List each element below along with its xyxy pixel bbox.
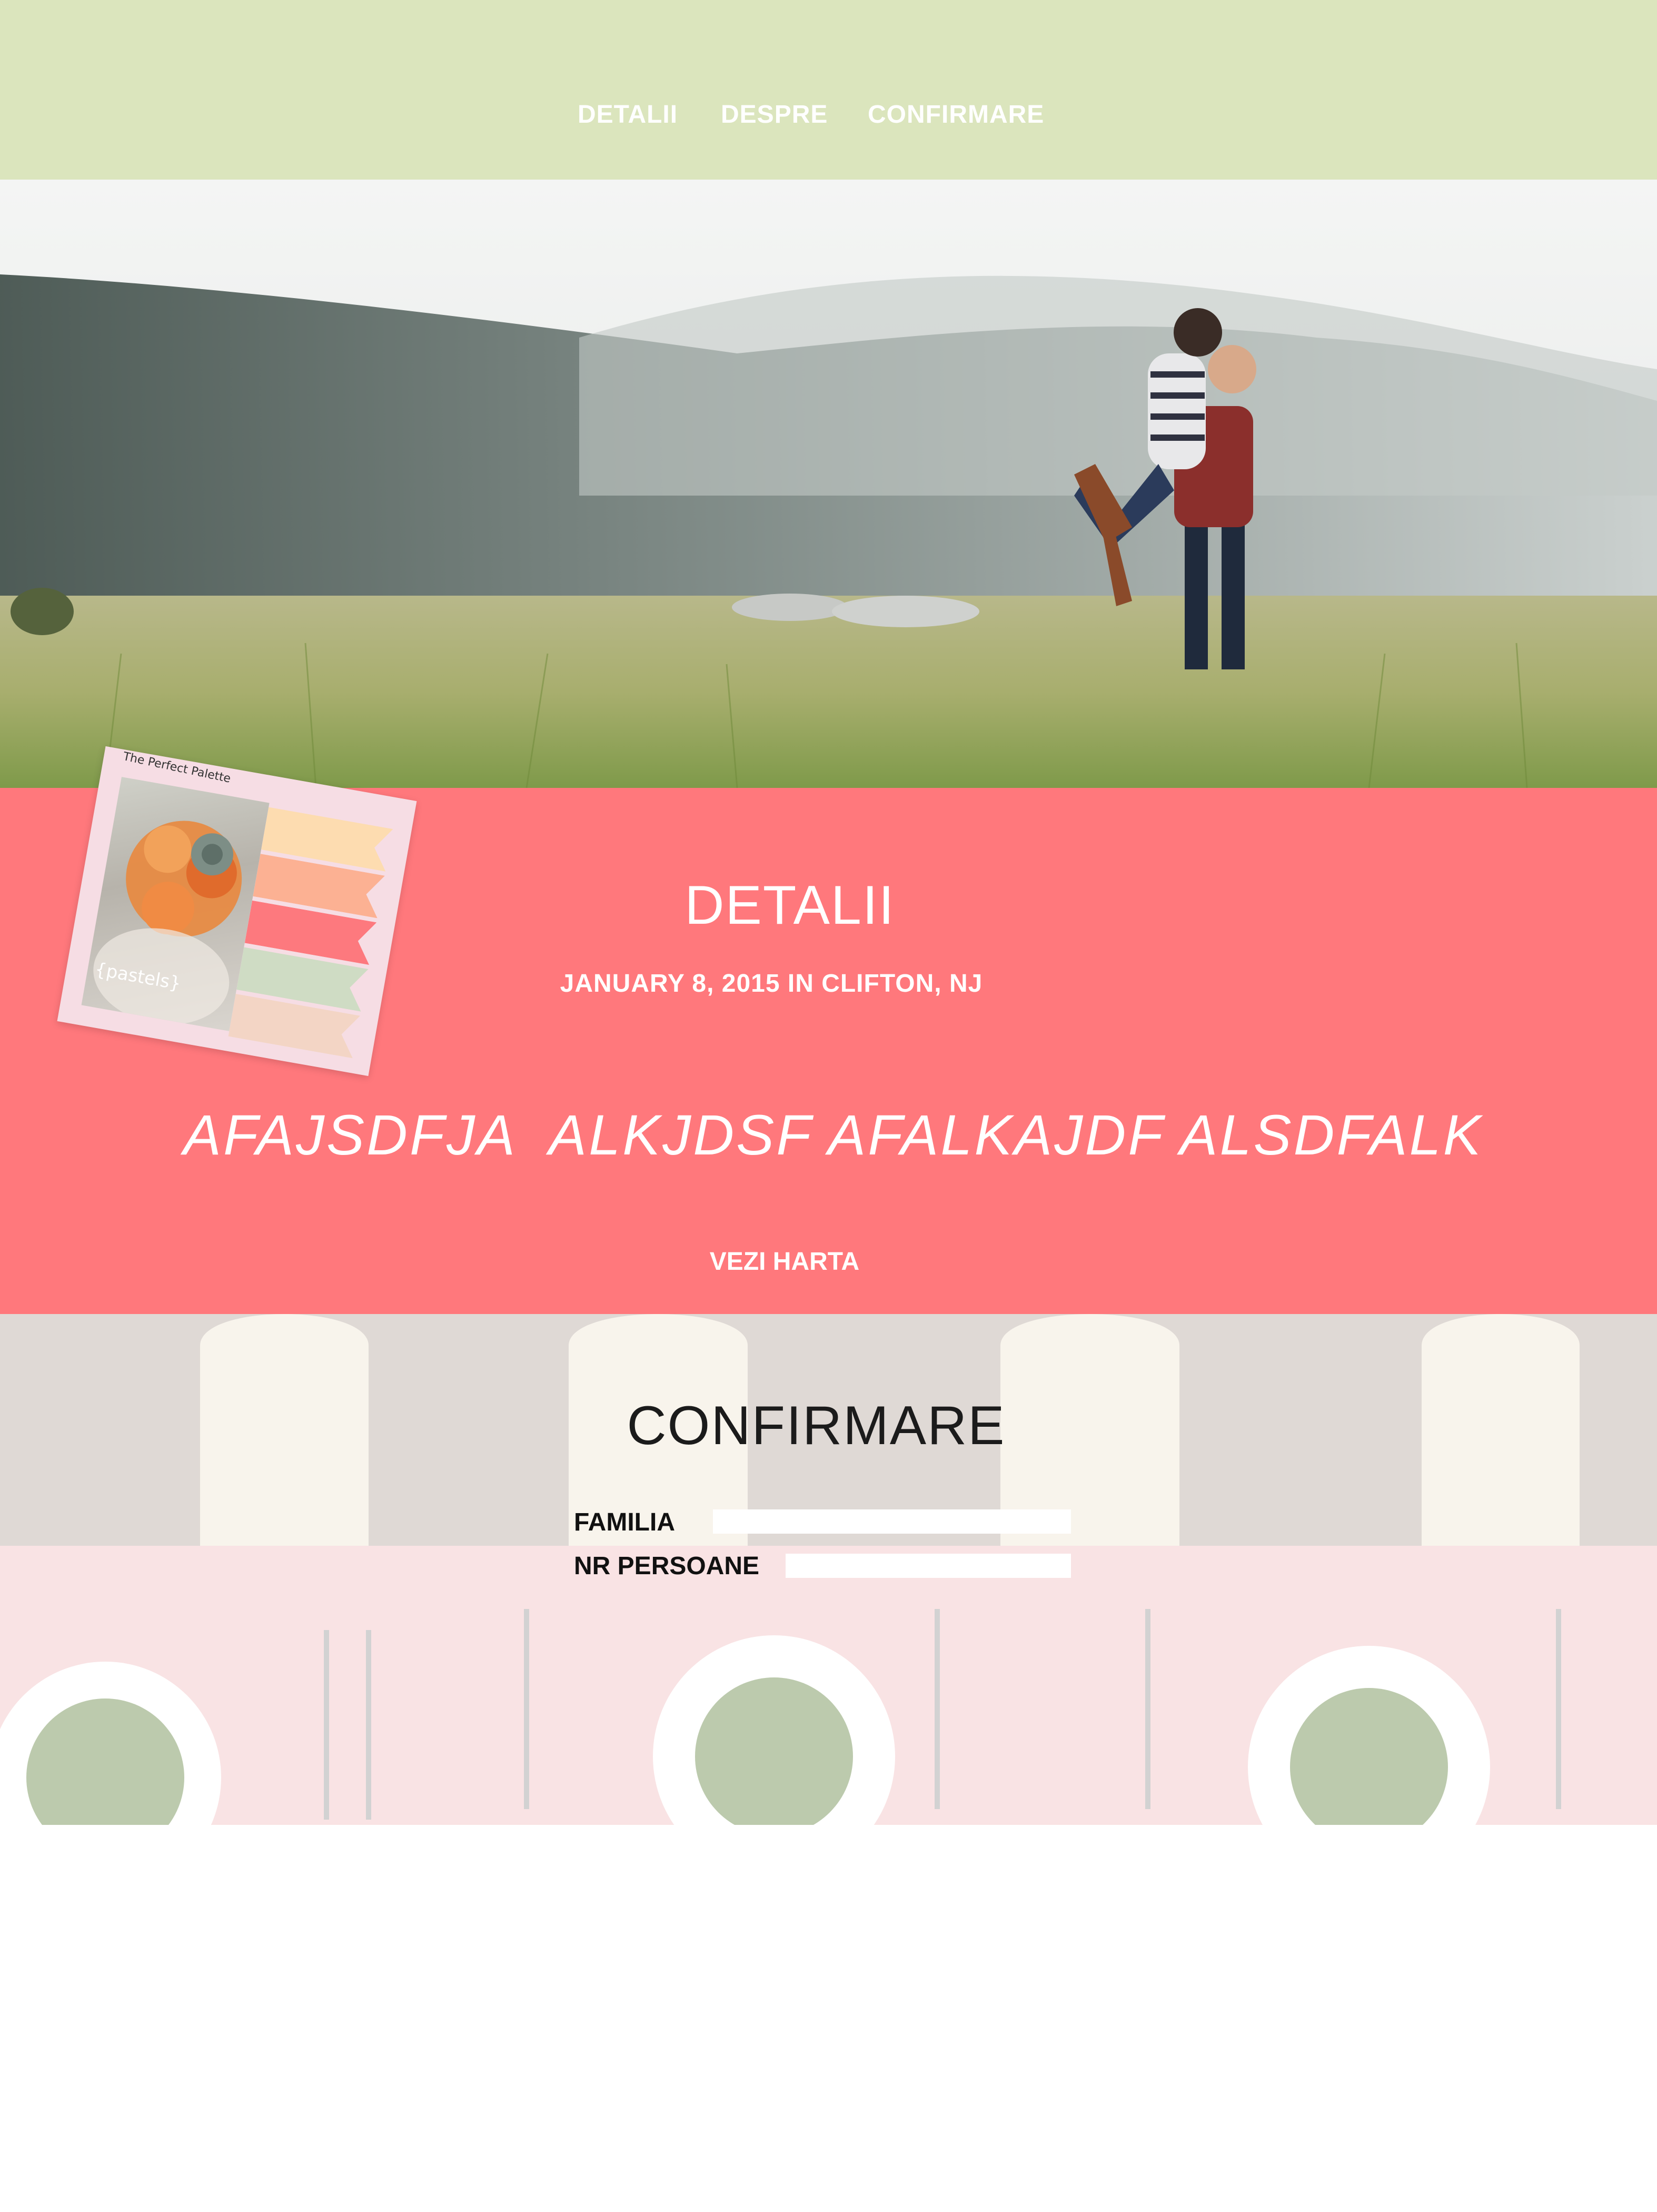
detalii-body-text: AFAJSDFJA ALKJDSF AFALKAJDF ALSDFALK: [183, 1103, 1483, 1167]
nr-persoane-input[interactable]: [786, 1554, 1071, 1578]
detalii-heading: DETALII: [684, 875, 895, 936]
nr-persoane-label: NR PERSOANE: [574, 1552, 760, 1580]
nav-link-despre[interactable]: DESPRE: [721, 100, 828, 129]
hero-photo: [0, 180, 1657, 788]
color-palette-card: The Perfect Palette {pastels}: [57, 746, 417, 1077]
event-date-location: JANUARY 8, 2015 IN CLIFTON, NJ: [560, 970, 983, 998]
familia-label: FAMILIA: [574, 1508, 675, 1536]
familia-input[interactable]: [713, 1509, 1071, 1534]
nav-link-confirmare[interactable]: CONFIRMARE: [868, 100, 1044, 129]
top-nav-bar: [0, 0, 1657, 180]
hero-photo-illustration: [0, 180, 1657, 788]
nav-link-detalii[interactable]: DETALII: [578, 100, 678, 129]
confirmare-heading: CONFIRMARE: [627, 1395, 1006, 1456]
view-map-link[interactable]: VEZI HARTA: [627, 1247, 942, 1276]
